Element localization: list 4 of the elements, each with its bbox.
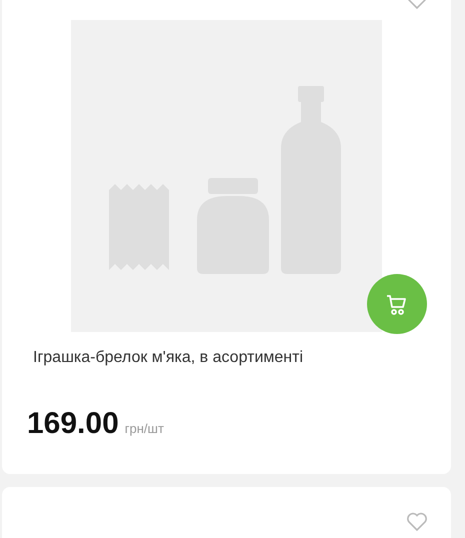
price-unit: грн/шт	[124, 421, 164, 436]
cart-icon	[385, 292, 409, 316]
product-price: 169.00	[27, 407, 119, 441]
product-title[interactable]: Іграшка-брелок м'яка, в асортименті	[33, 349, 451, 367]
